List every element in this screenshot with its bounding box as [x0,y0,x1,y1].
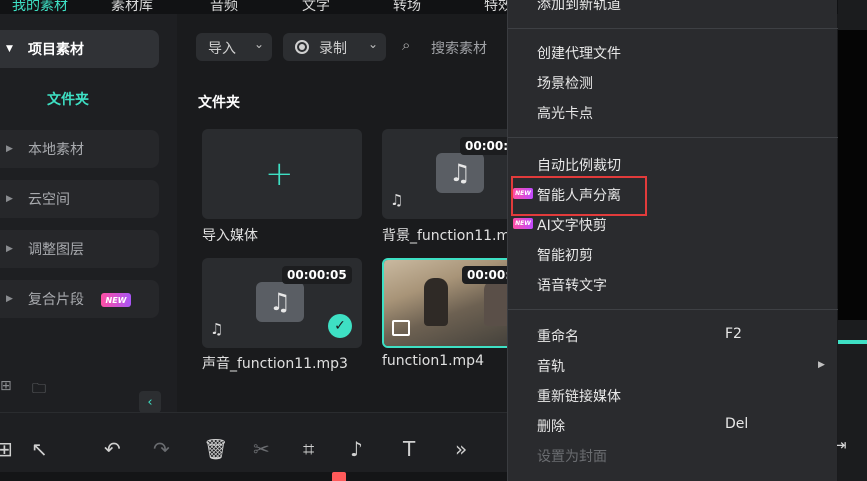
highlight-annotation [511,176,647,216]
grid-icon[interactable]: ⊞ [0,437,13,461]
delete-icon[interactable]: 🗑 [203,437,228,461]
timeline-toolbar: ⊞ ↖ ↶ ↷ 🗑 ✂ ⌗ ♪ T » [0,412,508,481]
import-label: 导入 [208,41,236,57]
media-name: 声音_function11.mp3 [202,356,348,372]
tab-transitions[interactable]: 转场 [393,0,421,15]
crop-icon[interactable]: ⌗ [303,437,314,461]
caret-right-icon: ▶ [6,294,13,304]
import-dropdown[interactable]: 导入 ⌄ [196,33,272,61]
sidebar-folder[interactable]: 文件夹 [47,89,89,109]
search-input[interactable]: 搜索素材 [431,38,487,58]
sidebar-item-label: 云空间 [28,192,70,208]
media-name: 导入媒体 [202,228,258,244]
sidebar-item-cloud[interactable]: ▶ 云空间 [0,180,159,218]
music-note-icon: ♫ [256,282,304,322]
collapse-sidebar-button[interactable]: ‹ [139,391,161,413]
menu-item-create-proxy[interactable]: 创建代理文件 [537,43,621,63]
delete-folder-icon[interactable]: 🗀 [32,378,50,397]
sidebar-item-label: 复合片段 [28,292,84,308]
playhead[interactable] [332,472,346,481]
menu-item-audio-track[interactable]: 音轨 [537,356,565,376]
video-type-icon [392,320,410,336]
menu-item-ai-text-edit[interactable]: AI文字快剪 [537,215,607,235]
submenu-arrow-icon: ▶ [818,360,825,370]
menu-item-rename[interactable]: 重命名 [537,326,579,346]
menu-divider [508,137,838,138]
menu-item-add-to-new-track[interactable]: 添加到新轨道 [537,0,621,14]
menu-item-highlight-beat[interactable]: 高光卡点 [537,103,593,123]
caret-right-icon: ▶ [6,194,13,204]
select-tool-icon[interactable]: ↖ [31,437,48,461]
menu-divider [508,309,838,310]
text-tool-icon[interactable]: T [403,437,415,461]
media-panel: 导入 ⌄ 录制 ⌄ ⌕ 搜索素材 文件夹 + 导入媒体 ♫ 00:00:0 ♫ … [178,14,542,412]
preview-strip [838,0,867,481]
audio-type-icon: ♫ [210,320,224,338]
redo-icon[interactable]: ↷ [153,437,170,461]
record-icon [295,40,309,54]
section-title: 文件夹 [198,95,240,111]
shortcut-label: Del [725,416,749,432]
menu-divider [508,28,838,29]
chevron-down-icon: ⌄ [367,37,378,51]
import-media-card[interactable]: + [202,129,362,219]
sidebar: ▼ 项目素材 文件夹 ▶ 本地素材 ▶ 云空间 ▶ 调整图层 ▶ 复合片段 NE… [0,14,177,413]
caret-right-icon: ▶ [6,244,13,254]
menu-item-smart-cut[interactable]: 智能初剪 [537,245,593,265]
audio-type-icon: ♫ [390,191,404,209]
timeline-ruler[interactable] [0,472,508,481]
sidebar-item-compound-clip[interactable]: ▶ 复合片段 NEW [0,280,159,318]
sidebar-item-label: 调整图层 [28,242,84,258]
shortcut-label: F2 [725,326,742,342]
menu-item-auto-reframe[interactable]: 自动比例裁切 [537,155,621,175]
media-card[interactable]: ♫ 00:00:05 ♫ ✓ [202,258,362,348]
new-badge: NEW [513,218,533,229]
record-dropdown[interactable]: 录制 ⌄ [283,33,386,61]
sidebar-item-local-media[interactable]: ▶ 本地素材 [0,130,159,168]
context-menu: 添加到新轨道 创建代理文件 场景检测 高光卡点 自动比例裁切 NEW 智能人声分… [507,0,838,481]
new-folder-icon[interactable]: ⊞ [0,378,18,396]
caret-down-icon: ▼ [6,44,13,54]
more-tools-icon[interactable]: » [455,437,467,461]
caret-right-icon: ▶ [6,144,13,154]
preview-area [838,30,867,320]
media-name: function1.mp4 [382,353,484,369]
sidebar-item-label: 项目素材 [28,42,84,58]
menu-item-relink-media[interactable]: 重新链接媒体 [537,386,621,406]
music-note-icon: ♫ [436,153,484,193]
duration-badge: 00:00:05 [282,266,352,284]
chevron-down-icon: ⌄ [253,37,264,51]
undo-icon[interactable]: ↶ [104,437,121,461]
menu-item-scene-detection[interactable]: 场景检测 [537,73,593,93]
menu-item-speech-to-text[interactable]: 语音转文字 [537,275,607,295]
scissors-icon[interactable]: ✂ [253,437,270,461]
record-label: 录制 [319,41,347,57]
menu-item-set-as-cover: 设置为封面 [537,449,607,465]
sidebar-item-label: 本地素材 [28,142,84,158]
new-badge: NEW [101,293,131,307]
media-name: 背景_function11.m [382,228,511,244]
audio-icon[interactable]: ♪ [350,437,363,461]
tab-text[interactable]: 文字 [302,0,330,15]
sidebar-item-project-media[interactable]: ▼ 项目素材 [0,30,159,68]
preview-progress [838,340,867,344]
sidebar-item-adjustment-layer[interactable]: ▶ 调整图层 [0,230,159,268]
menu-item-delete[interactable]: 删除 [537,416,565,436]
search-icon[interactable]: ⌕ [402,36,410,54]
tab-my-media[interactable]: 我的素材 [12,0,68,15]
checkmark-icon: ✓ [328,314,352,338]
tab-audio[interactable]: 音频 [210,0,238,15]
thumbnail-figure [424,278,448,326]
tab-media-library[interactable]: 素材库 [111,0,153,15]
plus-icon: + [265,154,294,194]
